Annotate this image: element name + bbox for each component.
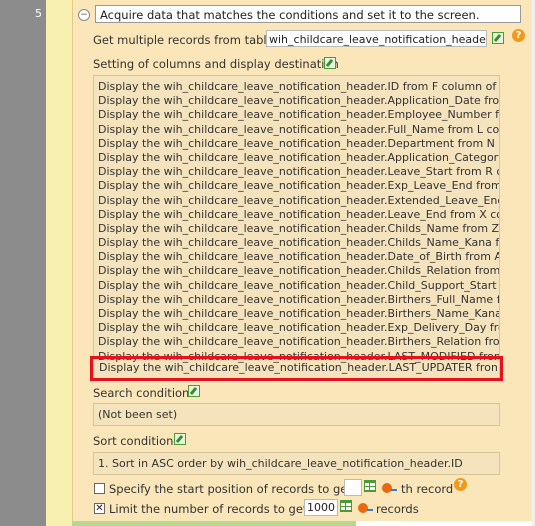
sort-edit-icon[interactable] bbox=[174, 433, 186, 445]
collapse-icon[interactable]: − bbox=[78, 9, 90, 21]
column-row: Display the wih_childcare_leave_notifica… bbox=[98, 236, 499, 250]
columns-edit-icon[interactable] bbox=[324, 57, 336, 69]
variable-icon[interactable] bbox=[382, 483, 397, 493]
step-title-input[interactable]: Acquire data that matches the conditions… bbox=[95, 5, 521, 23]
column-row: Display the wih_childcare_leave_notifica… bbox=[98, 292, 499, 306]
column-row: Display the wih_childcare_leave_notifica… bbox=[98, 193, 499, 207]
table-input[interactable]: wih_childcare_leave_notification_header bbox=[266, 30, 487, 47]
column-row: Display the wih_childcare_leave_notifica… bbox=[98, 179, 499, 193]
help-icon[interactable]: ? bbox=[512, 29, 525, 42]
start-position-input[interactable] bbox=[344, 479, 362, 496]
column-row: Display the wih_childcare_leave_notifica… bbox=[98, 165, 499, 179]
limit-input[interactable]: 1000 bbox=[304, 499, 338, 516]
search-condition-box[interactable]: (Not been set) bbox=[93, 403, 500, 426]
limit-label: Limit the number of records to get. bbox=[109, 502, 312, 516]
column-row: Display the wih_childcare_leave_notifica… bbox=[98, 221, 499, 235]
column-row: Display the wih_childcare_leave_notifica… bbox=[98, 278, 499, 292]
column-row: Display the wih_childcare_leave_notifica… bbox=[98, 335, 499, 349]
step-gutter: 5 bbox=[0, 0, 46, 526]
start-position-suffix: th record bbox=[401, 482, 454, 496]
column-row: Display the wih_childcare_leave_notifica… bbox=[98, 150, 499, 164]
grid-icon[interactable] bbox=[340, 500, 352, 512]
step-stripe bbox=[46, 0, 72, 526]
column-row: Display the wih_childcare_leave_notifica… bbox=[98, 80, 497, 93]
sort-condition-box[interactable]: 1. Sort in ASC order by wih_childcare_le… bbox=[93, 452, 500, 475]
column-row: Display the wih_childcare_leave_notifica… bbox=[98, 122, 499, 136]
limit-checkbox[interactable]: ✕ bbox=[94, 503, 105, 514]
grid-icon[interactable] bbox=[364, 480, 376, 492]
sort-label: Sort condition bbox=[93, 434, 174, 448]
column-row: Display the wih_childcare_leave_notifica… bbox=[98, 207, 499, 221]
step-number: 5 bbox=[35, 7, 42, 20]
next-step-edge bbox=[72, 521, 356, 526]
start-position-checkbox[interactable] bbox=[94, 483, 105, 494]
column-row: Display the wih_childcare_leave_notifica… bbox=[98, 307, 499, 320]
highlighted-column-row: Display the wih_childcare_leave_notifica… bbox=[99, 361, 497, 374]
column-row: Display the wih_childcare_leave_notifica… bbox=[98, 94, 499, 108]
column-row: Display the wih_childcare_leave_notifica… bbox=[98, 136, 499, 150]
columns-list[interactable]: Display the wih_childcare_leave_notifica… bbox=[93, 75, 500, 381]
table-edit-icon[interactable] bbox=[492, 32, 504, 44]
start-help-icon[interactable]: ? bbox=[454, 478, 467, 491]
columns-label: Setting of columns and display destinati… bbox=[93, 57, 339, 71]
search-edit-icon[interactable] bbox=[188, 385, 200, 397]
limit-suffix: records bbox=[376, 502, 419, 516]
column-row: Display the wih_childcare_leave_notifica… bbox=[98, 321, 499, 335]
search-label: Search condition bbox=[93, 386, 190, 400]
column-row: Display the wih_childcare_leave_notifica… bbox=[98, 250, 499, 264]
variable-icon[interactable] bbox=[358, 503, 373, 513]
start-position-label: Specify the start position of records to… bbox=[109, 482, 356, 496]
column-row: Display the wih_childcare_leave_notifica… bbox=[98, 264, 499, 278]
table-label: Get multiple records from table bbox=[93, 33, 274, 47]
column-row: Display the wih_childcare_leave_notifica… bbox=[98, 108, 499, 122]
